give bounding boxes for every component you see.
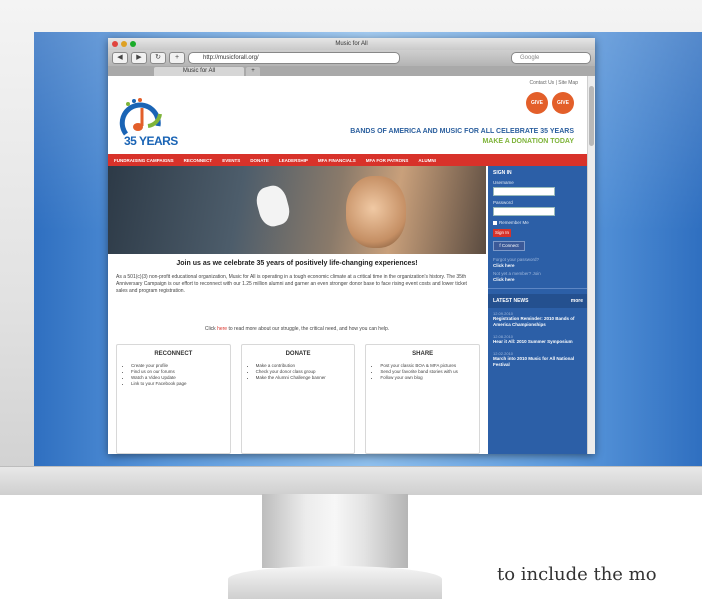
box-title: SHARE [412, 351, 434, 357]
hero-performer-shape [346, 176, 406, 248]
logo-text: 35 YEARS [124, 134, 178, 148]
reload-icon[interactable]: ↻ [150, 52, 166, 64]
close-window-button[interactable] [112, 41, 118, 47]
main-nav: FUNDRAISING CAMPAIGNS RECONNECT EVENTS D… [108, 154, 588, 166]
nav-item[interactable]: MFA FINANCIALS [318, 158, 356, 163]
intro-paragraph: As a 501(c)(3) non-profit educational or… [116, 274, 467, 294]
sidebar: SIGN IN Username Password Remember Me Si… [488, 166, 588, 454]
nav-item[interactable]: EVENTS [222, 158, 240, 163]
forgot-password-link[interactable]: Click here [488, 262, 588, 269]
join-link[interactable]: Click here [488, 276, 588, 283]
password-input[interactable] [493, 207, 555, 216]
box-link[interactable]: Link to your Facebook page [131, 381, 224, 387]
monitor-stand-neck [262, 494, 408, 568]
search-field[interactable]: Google [511, 52, 591, 64]
give-badge[interactable]: GIVE [526, 92, 548, 114]
read-more-suffix: to read more about our struggle, the cri… [228, 326, 390, 332]
checkbox-icon [493, 220, 497, 225]
share-box: SHARE Post your classic BOA & MFA pictur… [365, 344, 481, 454]
username-label: Username [493, 180, 514, 185]
header-tagline: BANDS OF AMERICA AND MUSIC FOR ALL CELEB… [350, 128, 574, 135]
reconnect-box: RECONNECT Create your profile Find us on… [116, 344, 231, 454]
news-more-link[interactable]: more [571, 298, 583, 304]
news-title: Registration Reminder: 2010 Bands of Ame… [493, 316, 575, 327]
address-bar[interactable]: http://musicforall.org/ [188, 52, 400, 64]
news-header: LATEST NEWS more [488, 294, 588, 308]
remember-me-checkbox[interactable]: Remember Me [488, 220, 588, 225]
action-boxes: RECONNECT Create your profile Find us on… [116, 344, 481, 454]
scrollbar-thumb[interactable] [589, 86, 594, 146]
news-heading: LATEST NEWS [493, 298, 529, 304]
nav-item[interactable]: LEADERSHIP [279, 158, 308, 163]
read-more-prefix: Click [204, 326, 216, 332]
box-title: RECONNECT [154, 351, 193, 357]
give-badge[interactable]: GIVE [552, 92, 574, 114]
donate-tagline-link[interactable]: MAKE A DONATION TODAY [482, 138, 574, 145]
nav-item[interactable]: ALUMNI [418, 158, 436, 163]
zoom-window-button[interactable] [130, 41, 136, 47]
nav-item[interactable]: MFA FOR PATRONS [366, 158, 409, 163]
browser-tab[interactable]: Music for All [154, 67, 244, 76]
browser-toolbar: ◀ ▶ ↻ + http://musicforall.org/ Google [108, 50, 595, 66]
signin-heading: SIGN IN [493, 170, 512, 176]
monitor-chin [0, 466, 702, 495]
read-more-link[interactable]: here [217, 326, 227, 332]
hero-photo [108, 166, 486, 254]
forgot-password-text: Forgot your password? [493, 257, 540, 262]
news-item[interactable]: 12.08.2010 Hear it All: 2010 Summer Symp… [488, 331, 588, 348]
tab-bar: Music for All + [108, 66, 595, 76]
box-link[interactable]: Follow your own blog [380, 375, 473, 381]
news-title: Hear it All: 2010 Summer Symposium [493, 339, 573, 344]
news-title: March into 2010 Music for All National F… [493, 356, 575, 367]
join-text: Not yet a member? Join [493, 271, 541, 276]
utility-links[interactable]: Contact Us | Site Map [529, 80, 578, 86]
browser-window: Music for All ◀ ▶ ↻ + http://musicforall… [108, 38, 595, 454]
facebook-connect-button[interactable]: f Connect [493, 241, 525, 251]
nav-item[interactable]: DONATE [250, 158, 269, 163]
monitor-stand-base [228, 566, 442, 599]
give-badges: GIVE GIVE [526, 92, 574, 114]
nav-item[interactable]: FUNDRAISING CAMPAIGNS [114, 158, 174, 163]
new-tab-button[interactable]: + [246, 67, 260, 76]
minimize-window-button[interactable] [121, 41, 127, 47]
back-arrow-icon[interactable]: ◀ [112, 52, 128, 64]
hero-glove-shape [253, 182, 293, 230]
page-caption-text: to include the mo [497, 564, 657, 585]
news-item[interactable]: 12.02.2010 March into 2010 Music for All… [488, 348, 588, 371]
window-controls [112, 41, 136, 47]
forward-arrow-icon[interactable]: ▶ [131, 52, 147, 64]
add-bookmark-icon[interactable]: + [169, 52, 185, 64]
box-link[interactable]: Make the Alumni Challenge banner [256, 375, 349, 381]
username-input[interactable] [493, 187, 555, 196]
news-item[interactable]: 12.09.2010 Registration Reminder: 2010 B… [488, 308, 588, 331]
sidebar-divider [488, 288, 588, 289]
remember-me-label: Remember Me [499, 220, 529, 225]
password-label: Password [493, 200, 513, 205]
browser-titlebar: Music for All [108, 38, 595, 50]
donate-box: DONATE Make a contribution Check your do… [240, 344, 356, 454]
web-page: Contact Us | Site Map 35 YEARS GIVE GIVE… [108, 76, 588, 454]
box-title: DONATE [285, 351, 311, 357]
nav-item[interactable]: RECONNECT [184, 158, 213, 163]
signin-button[interactable]: Sign In [493, 229, 511, 237]
page-scrollbar[interactable] [587, 76, 595, 454]
window-title: Music for All [335, 41, 368, 47]
lead-heading: Join us as we celebrate 35 years of posi… [176, 260, 418, 267]
read-more-line: Click here to read more about our strugg… [108, 326, 486, 332]
